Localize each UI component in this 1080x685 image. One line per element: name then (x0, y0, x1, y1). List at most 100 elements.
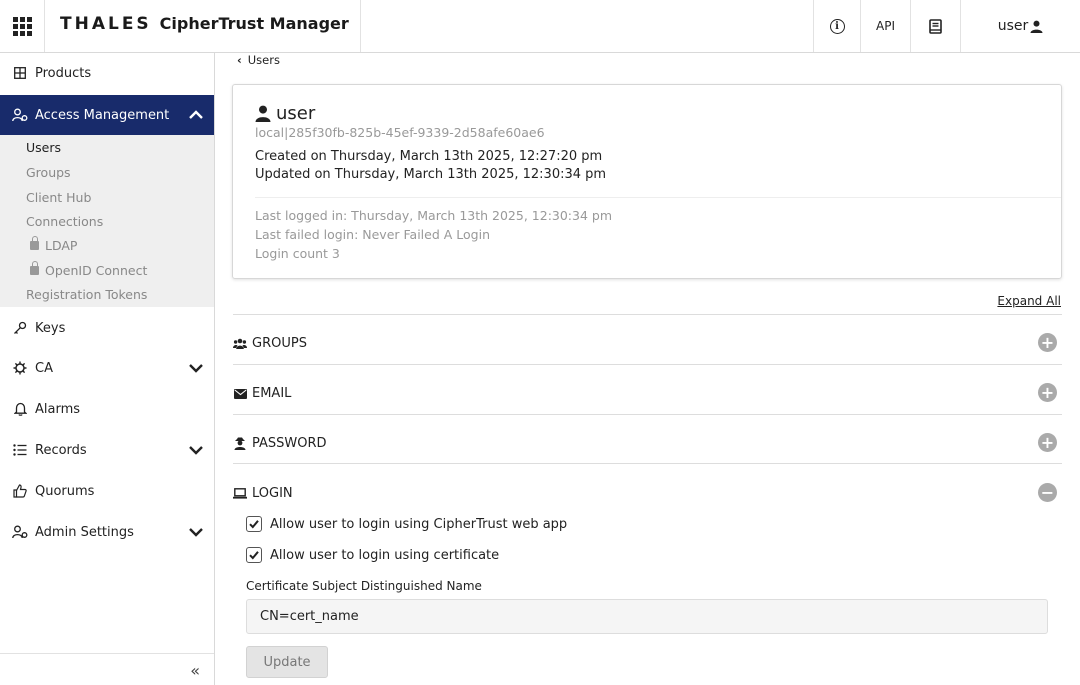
section-label: PASSWORD (252, 436, 327, 451)
submenu-item-groups[interactable]: Groups (26, 165, 71, 180)
section-email[interactable]: EMAIL + (233, 369, 1062, 418)
submenu-item-registration-tokens[interactable]: Registration Tokens (26, 287, 147, 302)
users-gear-icon (12, 107, 28, 123)
collapse-minus-icon[interactable]: − (1038, 483, 1057, 502)
sidebar-item-access-management[interactable]: Access Management (0, 95, 214, 135)
section-password[interactable]: PASSWORD + (233, 419, 1062, 468)
brand-product: CipherTrust Manager (159, 14, 349, 33)
user-details-card: user local|285f30fb-825b-45ef-9339-2d58a… (232, 84, 1062, 279)
back-link-label: Users (247, 53, 280, 67)
lock-icon (30, 261, 39, 275)
cert-subject-label: Certificate Subject Distinguished Name (246, 579, 482, 593)
submenu-item-client-hub[interactable]: Client Hub (26, 190, 91, 205)
access-management-submenu: Users Groups Client Hub Connections LDAP… (0, 135, 214, 307)
user-last-logged-in: Last logged in: Thursday, March 13th 202… (255, 208, 613, 223)
submenu-item-ldap[interactable]: LDAP (30, 236, 78, 253)
submenu-item-label: OpenID Connect (45, 263, 148, 278)
sidebar-item-products[interactable]: Products (0, 53, 214, 93)
checkbox-label: Allow user to login using CipherTrust we… (270, 516, 568, 532)
info-icon: i (829, 18, 845, 34)
gear-icon (12, 360, 28, 376)
lock-icon (30, 236, 39, 250)
section-divider (233, 414, 1062, 415)
main-content: ‹ Users user local|285f30fb-825b-45ef-933… (215, 53, 1080, 685)
sidebar-item-records[interactable]: Records (0, 430, 214, 470)
apps-grid-button[interactable] (0, 0, 45, 52)
bell-icon (12, 401, 28, 417)
info-button[interactable]: i (813, 0, 860, 52)
book-icon (929, 18, 942, 34)
laptop-icon (233, 487, 247, 501)
sidebar-item-label: Alarms (35, 401, 81, 417)
sidebar-item-label: Records (35, 442, 87, 458)
admin-icon (12, 524, 28, 540)
expand-plus-icon[interactable]: + (1038, 433, 1057, 452)
checkbox-checked-icon[interactable] (246, 516, 262, 532)
cert-subject-input[interactable]: CN=cert_name (246, 599, 1048, 634)
sidebar-item-label: Access Management (35, 107, 170, 123)
sidebar-item-label: Admin Settings (35, 524, 134, 540)
apps-grid-icon (12, 16, 32, 36)
sidebar-item-ca[interactable]: CA (0, 348, 214, 388)
sidebar-item-label: CA (35, 360, 53, 376)
chevron-down-icon (189, 528, 203, 537)
sidebar-item-admin-settings[interactable]: Admin Settings (0, 512, 214, 552)
section-divider (233, 314, 1062, 315)
user-name: user (276, 103, 316, 124)
chevron-left-icon: ‹ (237, 53, 242, 67)
section-divider (233, 463, 1062, 464)
checkbox-checked-icon[interactable] (246, 547, 262, 563)
submenu-item-connections[interactable]: Connections (26, 214, 103, 229)
products-grid-icon (12, 65, 28, 81)
top-header: THALES CipherTrust Manager i API user (0, 0, 1080, 53)
card-divider (255, 197, 1061, 198)
list-icon (12, 442, 28, 458)
sidebar: Products Access Management Users Groups … (0, 53, 215, 685)
user-icon (255, 105, 271, 122)
sidebar-item-label: Keys (35, 320, 66, 336)
sidebar-item-keys[interactable]: Keys (0, 308, 214, 348)
api-button[interactable]: API (860, 0, 910, 52)
docs-button[interactable] (910, 0, 960, 52)
key-icon (12, 320, 28, 336)
user-login-count: Login count 3 (255, 246, 340, 261)
allow-web-login-checkbox[interactable]: Allow user to login using CipherTrust we… (246, 516, 567, 532)
section-groups[interactable]: GROUPS + (233, 319, 1062, 368)
user-menu-label: user (997, 18, 1029, 34)
header-divider (360, 0, 361, 52)
submenu-item-users[interactable]: Users (26, 140, 61, 155)
user-icon (1030, 20, 1043, 33)
brand-logo[interactable]: THALES CipherTrust Manager (60, 14, 349, 34)
envelope-icon (233, 387, 247, 401)
chevron-up-icon (189, 110, 203, 119)
user-menu-button[interactable]: user (960, 0, 1080, 52)
user-secret-icon (233, 437, 247, 451)
submenu-item-label: LDAP (45, 238, 78, 253)
user-updated: Updated on Thursday, March 13th 2025, 12… (255, 167, 607, 182)
section-label: LOGIN (252, 486, 293, 501)
section-label: GROUPS (252, 336, 307, 351)
thumbs-up-icon (12, 483, 28, 499)
update-button[interactable]: Update (246, 646, 328, 678)
back-to-users-link[interactable]: ‹ Users (237, 53, 280, 67)
expand-plus-icon[interactable]: + (1038, 333, 1057, 352)
expand-all-link[interactable]: Expand All (997, 294, 1061, 308)
sidebar-item-alarms[interactable]: Alarms (0, 389, 214, 429)
section-login[interactable]: LOGIN − (233, 469, 1062, 518)
sidebar-item-label: Quorums (35, 483, 95, 499)
brand-company: THALES (60, 14, 152, 34)
sidebar-item-quorums[interactable]: Quorums (0, 471, 214, 511)
section-divider (233, 364, 1062, 365)
allow-cert-login-checkbox[interactable]: Allow user to login using certificate (246, 547, 499, 563)
user-created: Created on Thursday, March 13th 2025, 12… (255, 149, 603, 164)
collapse-sidebar-button[interactable]: « (190, 661, 200, 680)
section-label: EMAIL (252, 386, 292, 401)
chevron-down-icon (189, 364, 203, 373)
expand-plus-icon[interactable]: + (1038, 383, 1057, 402)
sidebar-item-label: Products (35, 65, 92, 81)
user-last-failed-login: Last failed login: Never Failed A Login (255, 227, 490, 242)
sidebar-footer: « (0, 653, 214, 685)
submenu-item-openid-connect[interactable]: OpenID Connect (30, 261, 148, 278)
users-icon (233, 337, 247, 351)
user-title: user (255, 103, 315, 124)
